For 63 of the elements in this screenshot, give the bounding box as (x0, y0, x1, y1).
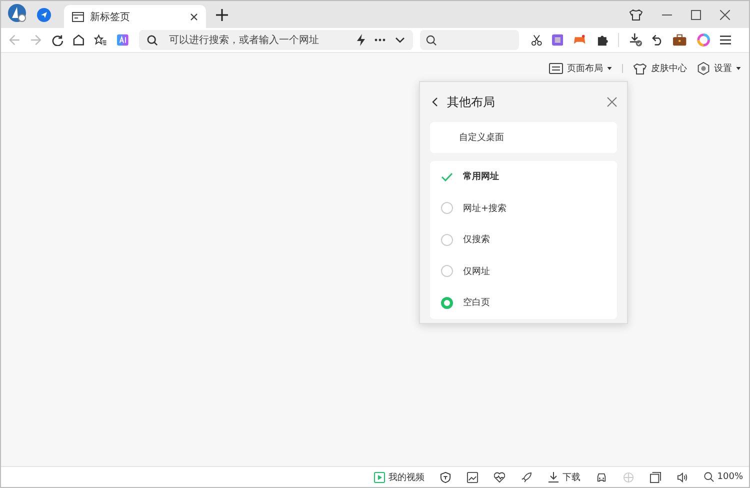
radio-button[interactable] (441, 202, 453, 214)
caret-icon (607, 67, 612, 70)
download-button[interactable]: 下载 (548, 470, 580, 484)
home-icon[interactable] (72, 34, 84, 46)
layout-option[interactable]: 仅搜索 (430, 224, 617, 256)
send-icon[interactable] (37, 8, 51, 22)
layout-icon (549, 63, 563, 74)
back-icon[interactable] (432, 97, 438, 107)
shield-icon[interactable] (440, 472, 452, 482)
download-icon[interactable] (628, 33, 642, 47)
zoom-icon (704, 472, 714, 482)
close-icon[interactable] (190, 12, 198, 20)
address-bar[interactable]: 可以进行搜索，或者输入一个网址 (138, 30, 414, 50)
more-icon[interactable] (374, 38, 386, 42)
rocket-icon[interactable] (521, 472, 532, 482)
browser-tab[interactable]: 新标签页 (64, 5, 206, 28)
shirt-icon (633, 62, 647, 74)
radio-button[interactable] (441, 296, 453, 309)
ai-icon[interactable] (117, 34, 129, 46)
search-field[interactable] (420, 30, 519, 50)
tab-title: 新标签页 (90, 10, 131, 24)
address-field[interactable]: 可以进行搜索，或者输入一个网址 (166, 34, 348, 46)
zoom-button[interactable]: 100% (704, 472, 743, 482)
layout-option[interactable]: 空白页 (430, 287, 617, 318)
favorites-icon[interactable] (94, 34, 108, 46)
color-ring-icon[interactable] (696, 33, 710, 47)
download-icon (548, 472, 560, 482)
new-tab-icon[interactable] (216, 8, 228, 20)
speaker-icon[interactable] (677, 472, 688, 482)
search-icon (146, 34, 158, 46)
scissors-icon[interactable] (530, 34, 542, 46)
caret-icon (736, 67, 741, 70)
chevron-down-icon[interactable] (395, 37, 406, 43)
lightning-icon[interactable] (357, 34, 366, 46)
layout-option[interactable]: 仅网址 (430, 256, 617, 287)
notebook-icon[interactable] (552, 34, 564, 46)
car-icon[interactable] (596, 472, 608, 482)
page-layout-button[interactable]: 页面布局 (549, 62, 612, 75)
settings-icon (697, 62, 710, 75)
close-icon[interactable] (607, 97, 617, 107)
heart-pulse-icon[interactable] (494, 472, 506, 482)
play-icon (374, 472, 386, 482)
puzzle-icon[interactable] (596, 34, 608, 46)
skin-center-button[interactable]: 皮肤中心 (633, 62, 687, 75)
layout-option[interactable]: 常用网址 (430, 161, 617, 192)
page-icon (72, 12, 84, 22)
panel-title: 其他布局 (447, 94, 495, 110)
undo-icon[interactable] (652, 34, 664, 46)
layout-option[interactable]: 网址+搜索 (430, 192, 617, 224)
window-icon[interactable] (650, 472, 662, 482)
briefcase-icon[interactable] (673, 34, 687, 46)
custom-desktop-option[interactable]: 自定义桌面 (430, 122, 617, 153)
search-icon (426, 34, 438, 46)
close-icon[interactable] (720, 10, 730, 20)
radio-button[interactable] (441, 265, 453, 278)
menu-icon[interactable] (720, 35, 732, 45)
reload-icon[interactable] (52, 34, 63, 46)
shirt-icon[interactable] (629, 8, 643, 20)
settings-button[interactable]: 设置 (697, 62, 741, 75)
browser-logo-icon[interactable] (7, 2, 27, 22)
my-videos-button[interactable]: 我的视频 (374, 470, 424, 484)
maximize-icon[interactable] (691, 10, 701, 20)
radio-button[interactable] (441, 234, 453, 246)
